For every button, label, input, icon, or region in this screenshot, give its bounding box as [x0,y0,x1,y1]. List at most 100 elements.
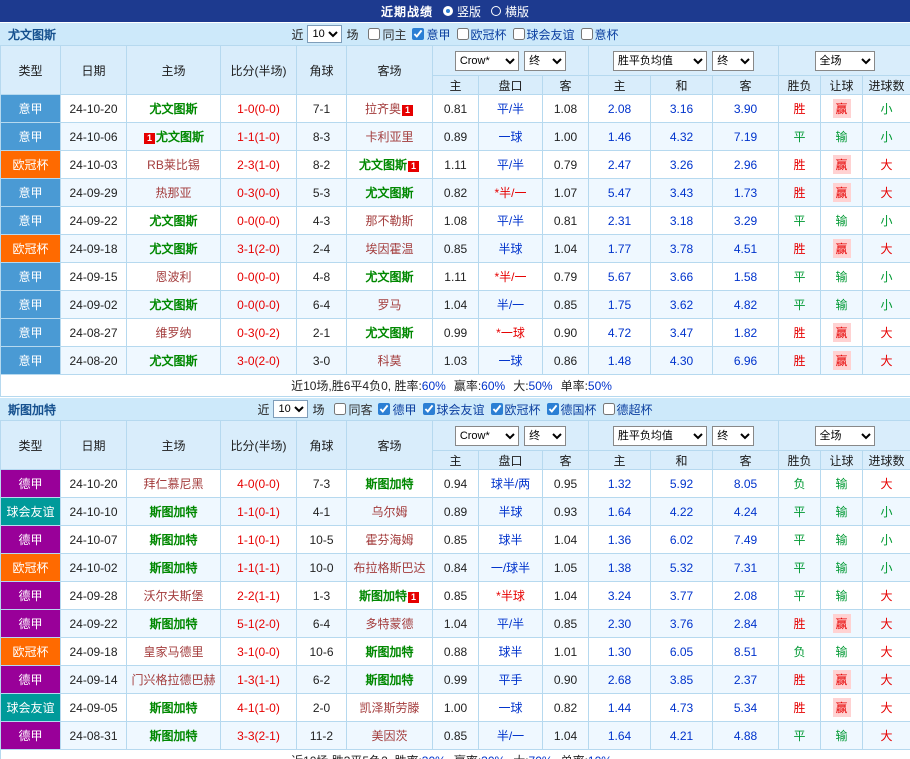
filter-checkbox-欧冠杯[interactable]: 欧冠杯 [491,401,541,418]
filter-checkbox-德超杯[interactable]: 德超杯 [603,401,653,418]
score-cell[interactable]: 2-3(1-0) [221,151,297,179]
league-cell[interactable]: 德甲 [1,582,61,610]
team-link[interactable]: 尤文图斯 [149,298,197,312]
score-cell[interactable]: 3-1(2-0) [221,235,297,263]
league-cell[interactable]: 德甲 [1,666,61,694]
team-link[interactable]: 那不勒斯 [365,214,413,228]
team-link[interactable]: 斯图加特 [149,617,197,631]
league-cell[interactable]: 欧冠杯 [1,638,61,666]
team-link[interactable]: 沃尔夫斯堡 [143,589,203,603]
score-cell[interactable]: 5-1(2-0) [221,610,297,638]
score-cell[interactable]: 0-0(0-0) [221,207,297,235]
team-link[interactable]: 斯图加特 [359,589,407,603]
team-link[interactable]: 凯泽斯劳滕 [359,701,419,715]
filter-checkbox-球会友谊[interactable]: 球会友谊 [513,26,575,43]
score-cell[interactable]: 4-0(0-0) [221,470,297,498]
fullgame-select[interactable]: 全场 [815,51,875,71]
final-mean-select[interactable]: 终 [712,426,754,446]
league-cell[interactable]: 意甲 [1,291,61,319]
score-cell[interactable]: 0-0(0-0) [221,291,297,319]
score-cell[interactable]: 1-1(0-1) [221,526,297,554]
filter-checkbox-input[interactable] [423,403,435,415]
filter-checkbox-input[interactable] [513,28,525,40]
team-link[interactable]: 斯图加特 [149,729,197,743]
league-cell[interactable]: 意甲 [1,347,61,375]
league-cell[interactable]: 意甲 [1,179,61,207]
team-link[interactable]: 尤文图斯 [149,242,197,256]
team-link[interactable]: 热那亚 [155,186,191,200]
score-cell[interactable]: 1-1(1-1) [221,554,297,582]
team-link[interactable]: 斯图加特 [149,561,197,575]
score-cell[interactable]: 3-0(2-0) [221,347,297,375]
league-cell[interactable]: 欧冠杯 [1,554,61,582]
team-link[interactable]: 尤文图斯 [149,102,197,116]
filter-checkbox-input[interactable] [547,403,559,415]
league-cell[interactable]: 德甲 [1,722,61,750]
team-link[interactable]: 尤文图斯 [365,270,413,284]
layout-radio-horizontal[interactable]: 横版 [491,3,529,20]
team-link[interactable]: 斯图加特 [149,701,197,715]
team-link[interactable]: 恩波利 [155,270,191,284]
score-cell[interactable]: 1-1(1-0) [221,123,297,151]
team-link[interactable]: 尤文图斯 [359,158,407,172]
team-link[interactable]: 卡利亚里 [365,130,413,144]
filter-checkbox-球会友谊[interactable]: 球会友谊 [423,401,485,418]
bookmaker-select[interactable]: Crow* [455,426,519,446]
final-odds-select[interactable]: 终 [524,426,566,446]
score-cell[interactable]: 0-3(0-2) [221,319,297,347]
score-cell[interactable]: 1-0(0-0) [221,95,297,123]
team-link[interactable]: 斯图加特 [149,533,197,547]
filter-checkbox-意甲[interactable]: 意甲 [412,26,450,43]
league-cell[interactable]: 欧冠杯 [1,151,61,179]
score-cell[interactable]: 2-2(1-1) [221,582,297,610]
team-link[interactable]: 拜仁慕尼黑 [143,477,203,491]
team-link[interactable]: 拉齐奥 [365,102,401,116]
filter-checkbox-input[interactable] [412,28,424,40]
team-link[interactable]: 斯图加特 [365,477,413,491]
filter-checkbox-input[interactable] [491,403,503,415]
team-link[interactable]: 霍芬海姆 [365,533,413,547]
team-link[interactable]: 罗马 [377,298,401,312]
filter-checkbox-同客[interactable]: 同客 [334,401,372,418]
score-cell[interactable]: 3-1(0-0) [221,638,297,666]
league-cell[interactable]: 意甲 [1,207,61,235]
filter-checkbox-input[interactable] [378,403,390,415]
team-link[interactable]: 斯图加特 [149,505,197,519]
league-cell[interactable]: 球会友谊 [1,498,61,526]
filter-checkbox-input[interactable] [457,28,469,40]
final-mean-select[interactable]: 终 [712,51,754,71]
score-cell[interactable]: 1-1(0-1) [221,498,297,526]
team-link[interactable]: 门兴格拉德巴赫 [131,673,215,687]
score-cell[interactable]: 0-3(0-0) [221,179,297,207]
league-cell[interactable]: 德甲 [1,526,61,554]
filter-checkbox-意杯[interactable]: 意杯 [581,26,619,43]
mean-odds-select[interactable]: 胜平负均值 [613,51,707,71]
team-link[interactable]: 维罗纳 [155,326,191,340]
league-cell[interactable]: 德甲 [1,470,61,498]
mean-odds-select[interactable]: 胜平负均值 [613,426,707,446]
score-cell[interactable]: 4-1(1-0) [221,694,297,722]
team-link[interactable]: 尤文图斯 [365,186,413,200]
score-cell[interactable]: 1-3(1-1) [221,666,297,694]
team-link[interactable]: 斯图加特 [365,645,413,659]
team-link[interactable]: 尤文图斯 [149,214,197,228]
team-link[interactable]: RB莱比锡 [147,158,200,172]
fullgame-select[interactable]: 全场 [815,426,875,446]
filter-checkbox-德国杯[interactable]: 德国杯 [547,401,597,418]
team-link[interactable]: 多特蒙德 [365,617,413,631]
league-cell[interactable]: 意甲 [1,123,61,151]
team-link[interactable]: 尤文图斯 [149,354,197,368]
league-cell[interactable]: 球会友谊 [1,694,61,722]
team-link[interactable]: 斯图加特 [365,673,413,687]
final-odds-select[interactable]: 终 [524,51,566,71]
team-link[interactable]: 尤文图斯 [365,326,413,340]
match-count-select[interactable]: 10 [273,400,308,418]
score-cell[interactable]: 3-3(2-1) [221,722,297,750]
team-link[interactable]: 埃因霍温 [365,242,413,256]
team-link[interactable]: 美因茨 [371,729,407,743]
team-link[interactable]: 皇家马德里 [143,645,203,659]
league-cell[interactable]: 欧冠杯 [1,235,61,263]
filter-checkbox-input[interactable] [603,403,615,415]
layout-radio-vertical[interactable]: 竖版 [443,3,481,20]
filter-checkbox-同主[interactable]: 同主 [368,26,406,43]
